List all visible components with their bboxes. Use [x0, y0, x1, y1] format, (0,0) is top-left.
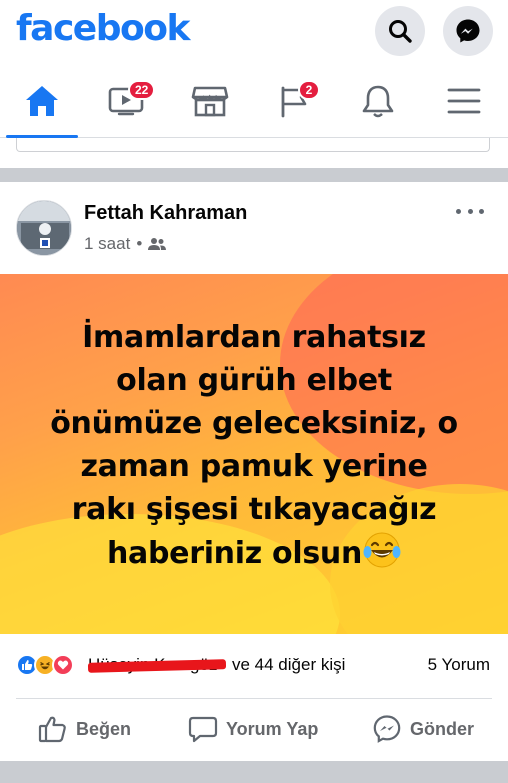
- more-dot-icon: [467, 208, 473, 214]
- send-label: Gönder: [410, 718, 475, 739]
- other-reactors[interactable]: ve 44 diğer kişi: [232, 655, 345, 675]
- friends-icon: [148, 238, 167, 250]
- nav-notifications[interactable]: [338, 64, 418, 138]
- reaction-icons[interactable]: [16, 654, 74, 676]
- pages-badge: 2: [298, 80, 320, 100]
- love-reaction-icon: [52, 654, 74, 676]
- nav-watch[interactable]: 22: [86, 64, 166, 138]
- watch-badge: 22: [128, 80, 156, 100]
- comment-button[interactable]: Yorum Yap: [188, 709, 318, 749]
- avatar[interactable]: [16, 200, 72, 256]
- search-icon: [389, 20, 412, 43]
- messenger-button[interactable]: [443, 6, 493, 56]
- post-text-line: rakı şişesi tıkayacağız: [71, 492, 437, 527]
- post-text: İmamlardan rahatsız olan gürüh elbet önü…: [20, 316, 488, 575]
- previous-card-border: [16, 138, 490, 152]
- reactions-row: Hüseyin Karagöz ve 44 diğer kişi 5 Yorum: [0, 634, 508, 696]
- post-background-text: İmamlardan rahatsız olan gürüh elbet önü…: [0, 274, 508, 634]
- bell-icon: [362, 85, 394, 118]
- avatar-image: [17, 201, 71, 255]
- facebook-logo[interactable]: facebook: [16, 8, 190, 49]
- post-text-line: İmamlardan rahatsız: [82, 320, 426, 355]
- meta-dot: •: [136, 234, 143, 253]
- like-label: Beğen: [76, 718, 132, 739]
- previous-card: [0, 138, 508, 168]
- messenger-icon: [456, 19, 480, 43]
- post-time[interactable]: 1 saat: [84, 234, 130, 254]
- post-text-line: olan gürüh elbet: [116, 363, 392, 398]
- nav-bar: 22 2: [0, 64, 508, 138]
- post-text-line: zaman pamuk yerine: [80, 449, 428, 484]
- post-actions: Beğen Yorum Yap Gönder: [16, 698, 492, 758]
- home-icon: [26, 86, 58, 116]
- nav-marketplace[interactable]: [170, 64, 250, 138]
- comment-label: Yorum Yap: [226, 718, 319, 739]
- comment-icon: [188, 716, 218, 743]
- post-text-line: önümüze geleceksiniz, o: [50, 406, 458, 441]
- post-author[interactable]: Fettah Kahraman: [84, 202, 247, 225]
- post-card: Fettah Kahraman 1 saat • İmamlardan raha…: [0, 182, 508, 761]
- top-bar: facebook: [0, 0, 508, 64]
- shop-icon: [191, 86, 229, 117]
- post-meta: 1 saat •: [84, 234, 167, 254]
- feed-separator: [0, 168, 508, 182]
- feed-separator: [0, 761, 508, 783]
- like-button[interactable]: Beğen: [38, 709, 131, 749]
- search-button[interactable]: [375, 6, 425, 56]
- more-dot-icon: [479, 208, 484, 214]
- messenger-send-icon: [373, 715, 401, 743]
- nav-pages[interactable]: 2: [254, 64, 334, 138]
- comment-count[interactable]: 5 Yorum: [428, 655, 490, 675]
- hamburger-icon: [447, 88, 481, 114]
- post-text-line: haberiniz olsun: [106, 536, 362, 571]
- like-icon: [38, 716, 66, 743]
- post-text-line-last: haberiniz olsun: [20, 531, 488, 575]
- laughing-tears-emoji: [363, 532, 401, 568]
- nav-home[interactable]: [2, 64, 82, 138]
- nav-menu[interactable]: [424, 64, 504, 138]
- more-dot-icon: [456, 208, 461, 214]
- send-button[interactable]: Gönder: [372, 709, 474, 749]
- post-options-button[interactable]: [456, 204, 484, 218]
